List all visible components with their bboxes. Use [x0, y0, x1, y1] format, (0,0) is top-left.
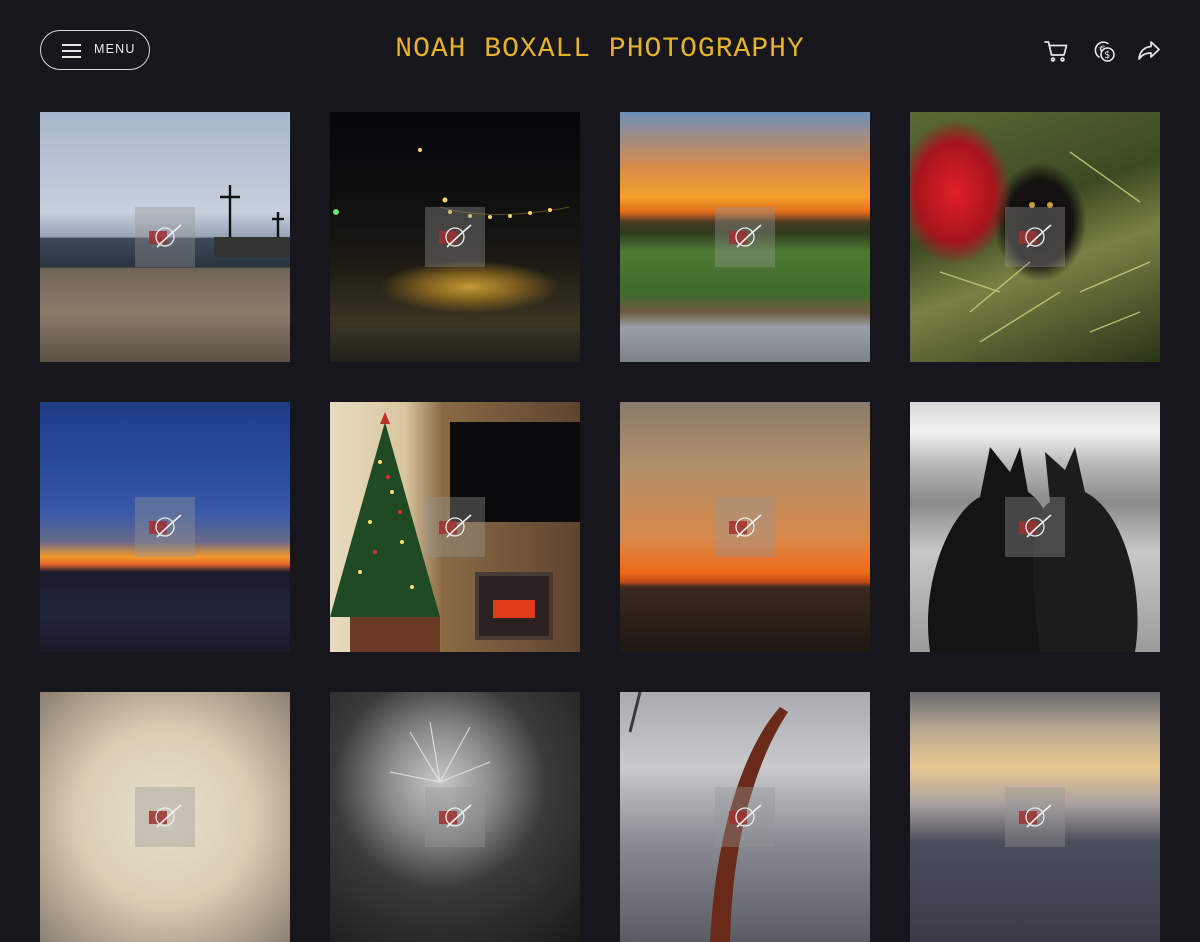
watermark-icon	[1005, 207, 1065, 267]
photo-tile[interactable]	[910, 112, 1160, 362]
photo-tile[interactable]	[40, 112, 290, 362]
photo-tile[interactable]	[620, 112, 870, 362]
watermark-icon	[1005, 497, 1065, 557]
photo-tile[interactable]	[330, 112, 580, 362]
lamppost-silhouette	[214, 185, 290, 257]
cart-icon[interactable]	[1043, 38, 1069, 64]
watermark-icon	[425, 787, 485, 847]
watermark-icon	[425, 497, 485, 557]
photo-tile[interactable]	[910, 402, 1160, 652]
site-title[interactable]: NOAH BOXALL PHOTOGRAPHY	[0, 34, 1200, 65]
site-header: MENU NOAH BOXALL PHOTOGRAPHY € $	[0, 0, 1200, 100]
watermark-icon	[715, 207, 775, 267]
photo-tile[interactable]	[620, 692, 870, 942]
svg-text:$: $	[1104, 50, 1110, 61]
photo-tile[interactable]	[620, 402, 870, 652]
watermark-icon	[135, 207, 195, 267]
photo-tile[interactable]	[910, 692, 1160, 942]
photo-tile[interactable]	[330, 692, 580, 942]
photo-tile[interactable]	[40, 692, 290, 942]
share-icon[interactable]	[1136, 38, 1162, 64]
watermark-icon	[425, 207, 485, 267]
currency-icon[interactable]: € $	[1091, 38, 1117, 64]
watermark-icon	[135, 787, 195, 847]
watermark-icon	[715, 497, 775, 557]
watermark-icon	[1005, 787, 1065, 847]
photo-tile[interactable]	[40, 402, 290, 652]
watermark-icon	[715, 787, 775, 847]
watermark-icon	[135, 497, 195, 557]
photo-tile[interactable]	[330, 402, 580, 652]
